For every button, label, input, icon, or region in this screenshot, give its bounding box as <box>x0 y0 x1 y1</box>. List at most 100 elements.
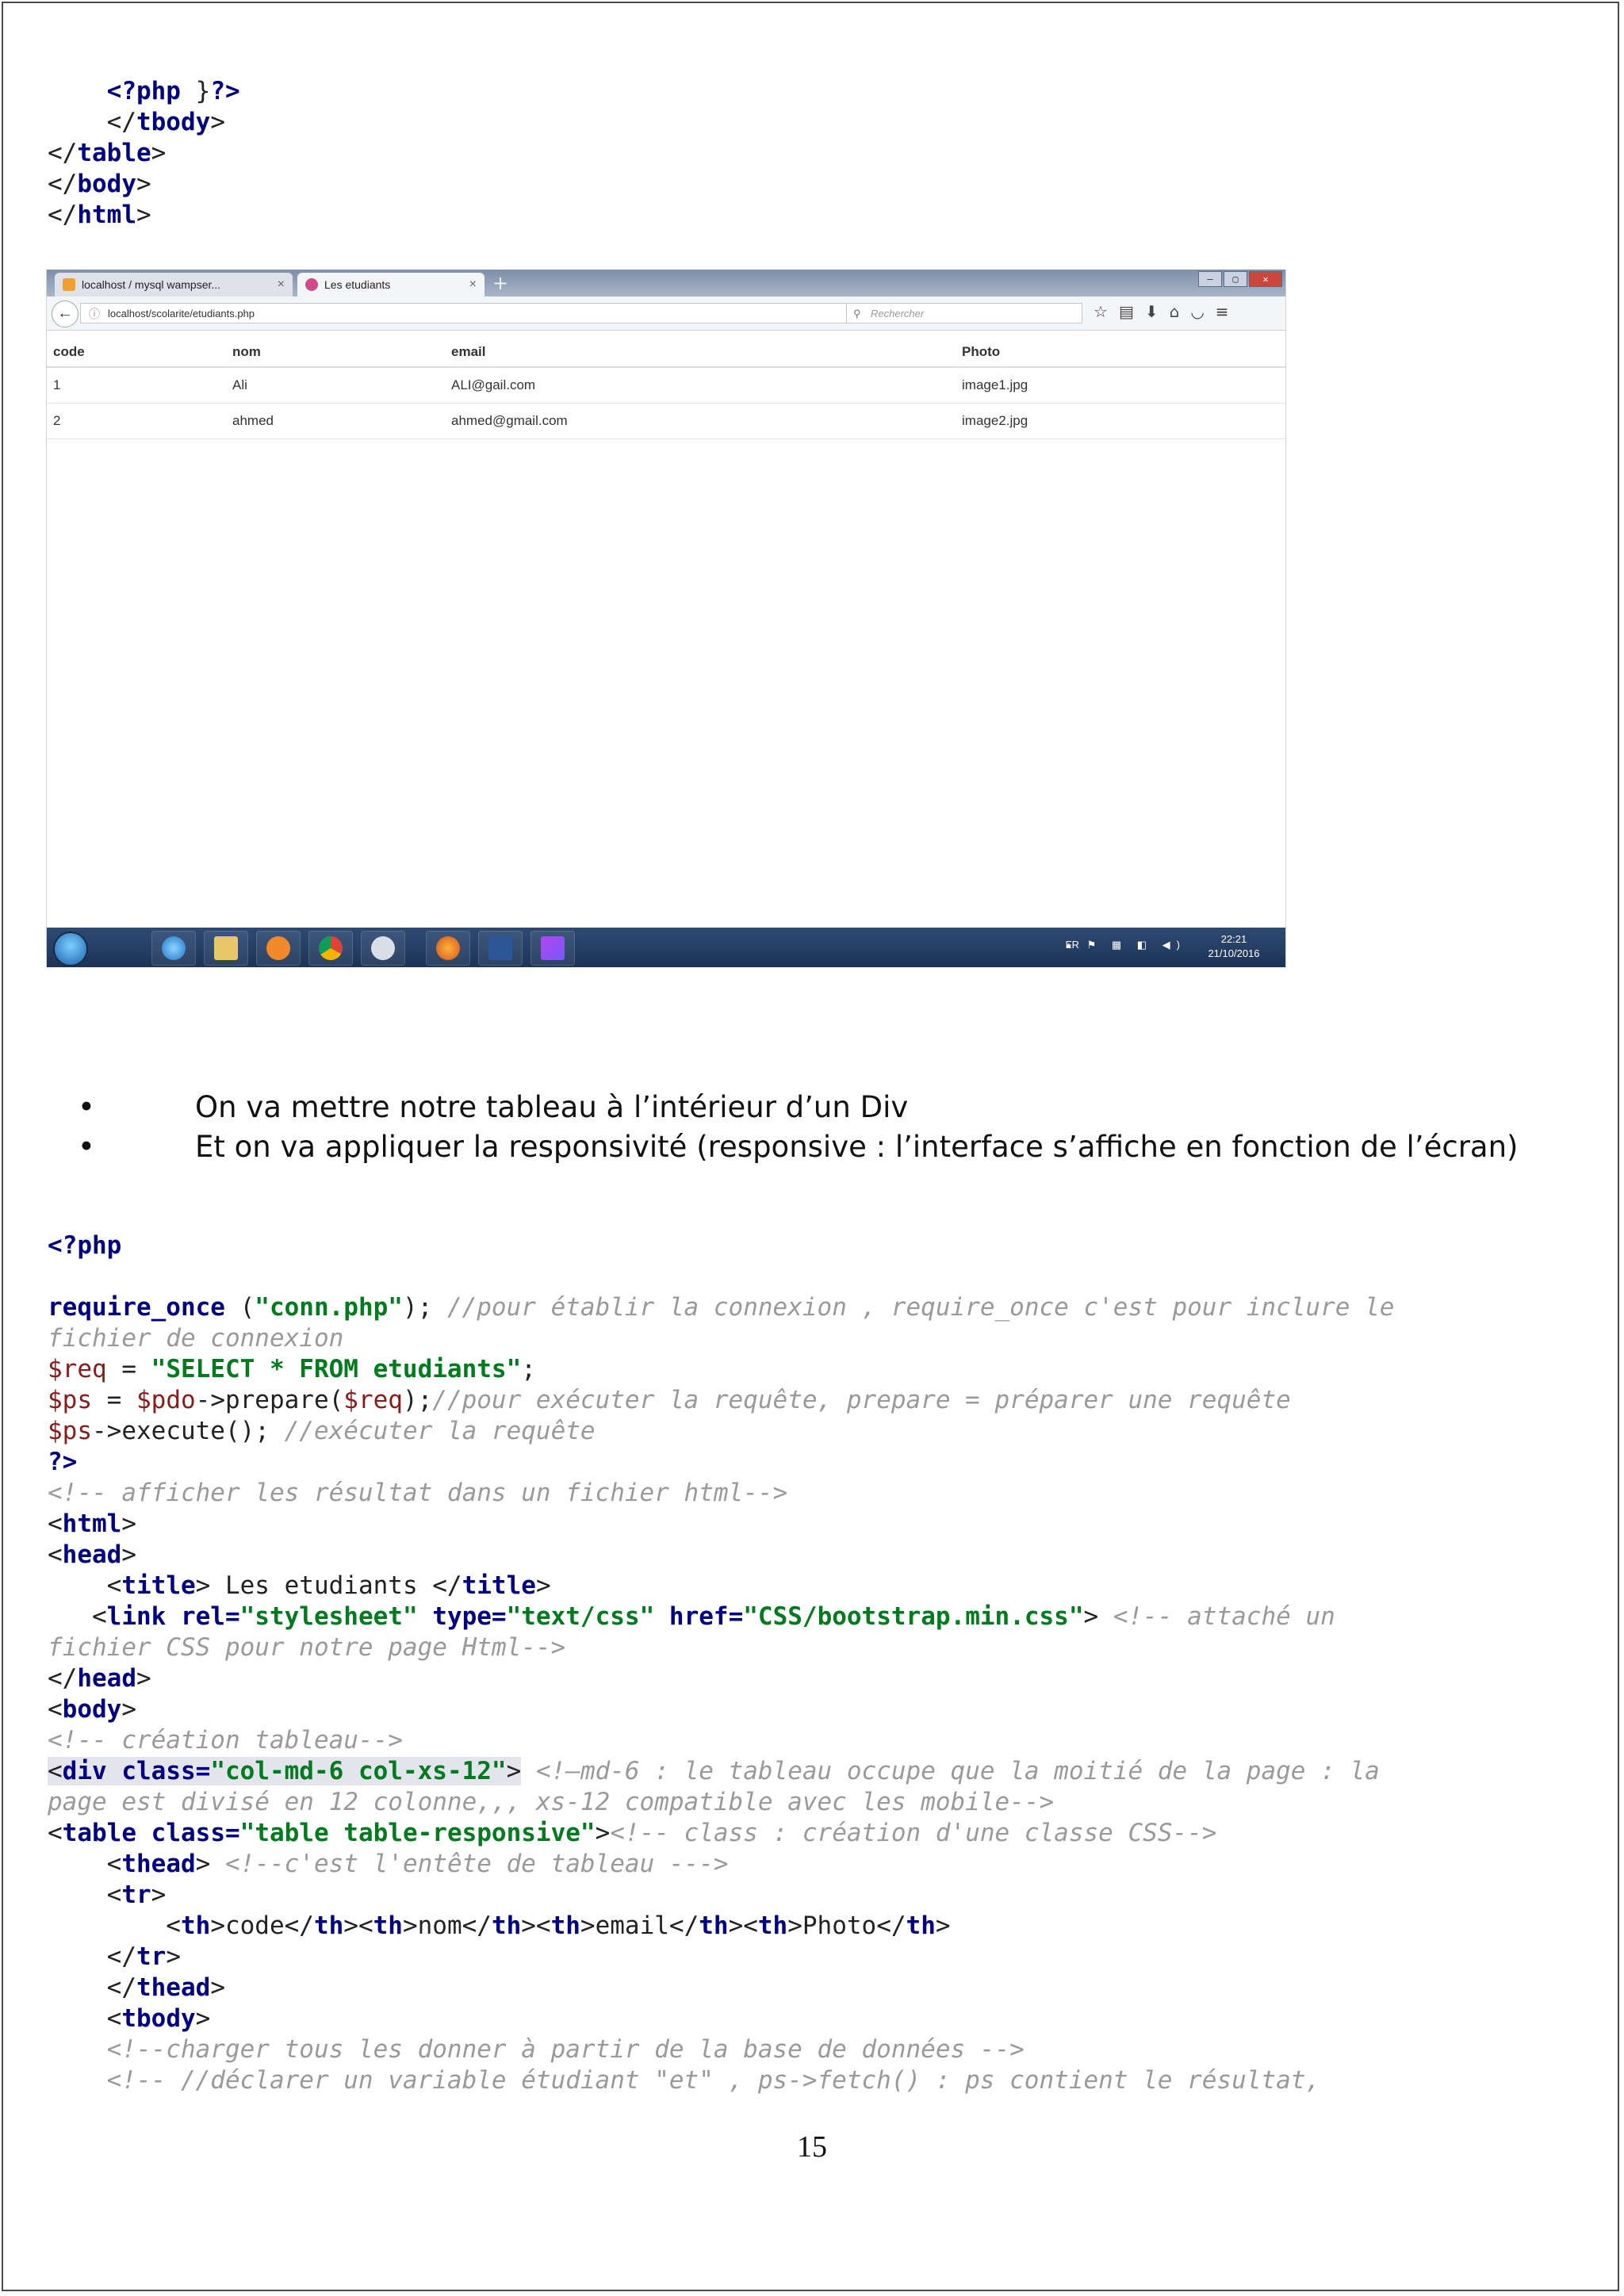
code-line: $ps = $pdo->prepare($req);//pour exécute… <box>48 1385 1394 1416</box>
cell-email: ahmed@gmail.com <box>445 403 956 439</box>
code-comment: <!—md-6 : le tableau occupe que la moiti… <box>535 1757 1380 1785</box>
internet-explorer-icon[interactable] <box>151 931 196 966</box>
code-comment: fichier CSS pour notre page Html--> <box>48 1633 566 1662</box>
code-text: ->prepare( <box>195 1386 344 1414</box>
code-comment: //pour exécuter la requête, prepare = pr… <box>432 1386 1291 1414</box>
close-icon[interactable]: × <box>278 273 285 297</box>
code-string: "stylesheet" <box>239 1602 418 1631</box>
code-line: <div class="col-md-6 col-xs-12"> <!—md-6… <box>48 1756 1394 1787</box>
home-icon[interactable]: ⌂ <box>1170 302 1180 321</box>
media-player-icon[interactable] <box>256 931 301 966</box>
code-text: > <box>121 1540 136 1569</box>
app-circle-icon[interactable] <box>361 931 405 966</box>
code-line: $ps->execute(); //exécuter la requête <box>48 1416 1394 1447</box>
code-keyword: rel= <box>180 1602 240 1631</box>
clock[interactable]: 22:21 21/10/2016 <box>1206 932 1262 961</box>
code-variable: $pdo <box>136 1386 196 1414</box>
tab-label: localhost / mysql wampser... <box>82 278 221 291</box>
code-text: > <box>136 1664 151 1693</box>
code-text: </ <box>48 201 78 229</box>
phpmyadmin-icon <box>63 278 75 291</box>
code-line: <!-- afficher les résultat dans un fichi… <box>48 1478 1394 1509</box>
code-block-top: <?php }?> </tbody> </table> </body> </html> <box>48 76 240 231</box>
code-comment: <!-- class : création d'une classe CSS--… <box>610 1819 1217 1847</box>
code-line: <?php <box>48 1230 1394 1261</box>
search-placeholder: Rechercher <box>871 308 925 320</box>
code-text: >email</ <box>580 1911 699 1940</box>
code-comment: <!-- //déclarer un variable étudiant "et… <box>106 2066 1321 2095</box>
window-close-icon[interactable]: ✕ <box>1249 271 1282 287</box>
code-line: <!-- //déclarer un variable étudiant "et… <box>48 2065 1394 2096</box>
start-button-icon[interactable] <box>53 932 88 966</box>
menu-icon[interactable]: ≡ <box>1216 302 1229 321</box>
word-icon[interactable] <box>478 931 523 966</box>
code-line: </table> <box>48 138 240 169</box>
url-text: localhost/scolarite/etudiants.php <box>108 308 255 320</box>
url-bar[interactable]: ⓘ localhost/scolarite/etudiants.php ↻ <box>80 303 865 323</box>
code-keyword: body <box>62 1695 122 1724</box>
bullet-icon: • <box>78 1130 95 1164</box>
download-icon[interactable]: ⬇ <box>1145 302 1159 321</box>
maximize-icon[interactable]: ▢ <box>1224 271 1247 287</box>
tab-phpmyadmin[interactable]: localhost / mysql wampser... × <box>55 273 293 297</box>
code-line: <html> <box>48 1509 1394 1540</box>
cell-code: 1 <box>47 367 226 404</box>
minimize-icon[interactable]: – <box>1198 271 1222 287</box>
code-keyword: thead <box>136 1973 211 2002</box>
students-table: code nom email Photo 1 Ali ALI@gail.com … <box>47 338 1285 439</box>
code-line: <table class="table table-responsive"><!… <box>48 1818 1394 1849</box>
search-input[interactable]: ⚲ Rechercher <box>846 303 1082 323</box>
code-variable: $ps <box>48 1417 92 1445</box>
table-header-row: code nom email Photo <box>47 338 1285 368</box>
clipboard-icon[interactable]: ▤ <box>1119 302 1134 321</box>
code-keyword: html <box>77 201 136 229</box>
code-comment: //exécuter la requête <box>284 1417 596 1445</box>
tray-icons[interactable]: ▴ ⚑ ▦ ◧ ◀) <box>1066 939 1186 951</box>
code-text: > <box>595 1819 611 1847</box>
code-string: "table table-responsive" <box>239 1819 596 1847</box>
browser-tab-bar: localhost / mysql wampser... × Les etudi… <box>47 270 1285 297</box>
code-keyword: tr <box>121 1881 151 1909</box>
code-text: > <box>136 170 151 198</box>
code-line: <link rel="stylesheet" type="text/css" h… <box>48 1601 1394 1632</box>
code-text: > <box>535 1571 551 1600</box>
code-string: "col-md-6 col-xs-12" <box>210 1757 507 1785</box>
code-comment: fichier de connexion <box>48 1324 344 1353</box>
firefox-icon[interactable] <box>426 931 470 966</box>
code-keyword: title <box>121 1571 196 1600</box>
phpstorm-icon[interactable] <box>530 931 575 966</box>
code-keyword: type= <box>432 1602 507 1631</box>
code-comment: page est divisé en 12 colonne,,, xs-12 c… <box>48 1788 1055 1816</box>
new-tab-icon[interactable]: + <box>492 272 508 294</box>
code-keyword: head <box>62 1540 122 1569</box>
column-header-nom: nom <box>226 338 445 368</box>
code-text: < <box>48 1695 63 1724</box>
code-keyword: title <box>462 1571 536 1600</box>
code-text: < <box>48 1510 63 1538</box>
back-arrow-icon[interactable]: ← <box>52 300 79 327</box>
info-icon[interactable]: ⓘ <box>89 304 100 324</box>
tab-les-etudiants[interactable]: Les etudiants × <box>297 273 485 297</box>
code-line: <thead> <!--c'est l'entête de tableau --… <box>48 1849 1394 1880</box>
chrome-icon[interactable] <box>308 931 353 966</box>
close-icon[interactable]: × <box>469 273 477 297</box>
bookmark-star-icon[interactable]: ☆ <box>1094 302 1108 321</box>
file-explorer-icon[interactable] <box>204 931 248 966</box>
window-controls: – ▢ ✕ <box>1198 271 1282 287</box>
code-comment: <!--c'est l'entête de tableau ---> <box>224 1850 729 1878</box>
code-keyword: th <box>180 1911 211 1940</box>
code-text: >nom</ <box>402 1911 492 1940</box>
code-text: < <box>48 2004 122 2033</box>
code-keyword: table <box>77 139 151 167</box>
code-line: require_once ("conn.php"); //pour établi… <box>48 1292 1394 1323</box>
code-line: <!--charger tous les donner à partir de … <box>48 2034 1394 2065</box>
code-text: < <box>48 1540 63 1569</box>
code-line: </tbody> <box>48 107 240 138</box>
code-text: > <box>166 1942 181 1971</box>
code-text: = <box>106 1355 151 1383</box>
browser-nav-bar: ← ⓘ localhost/scolarite/etudiants.php ↻ … <box>47 297 1285 331</box>
pocket-icon[interactable]: ◡ <box>1190 302 1204 321</box>
